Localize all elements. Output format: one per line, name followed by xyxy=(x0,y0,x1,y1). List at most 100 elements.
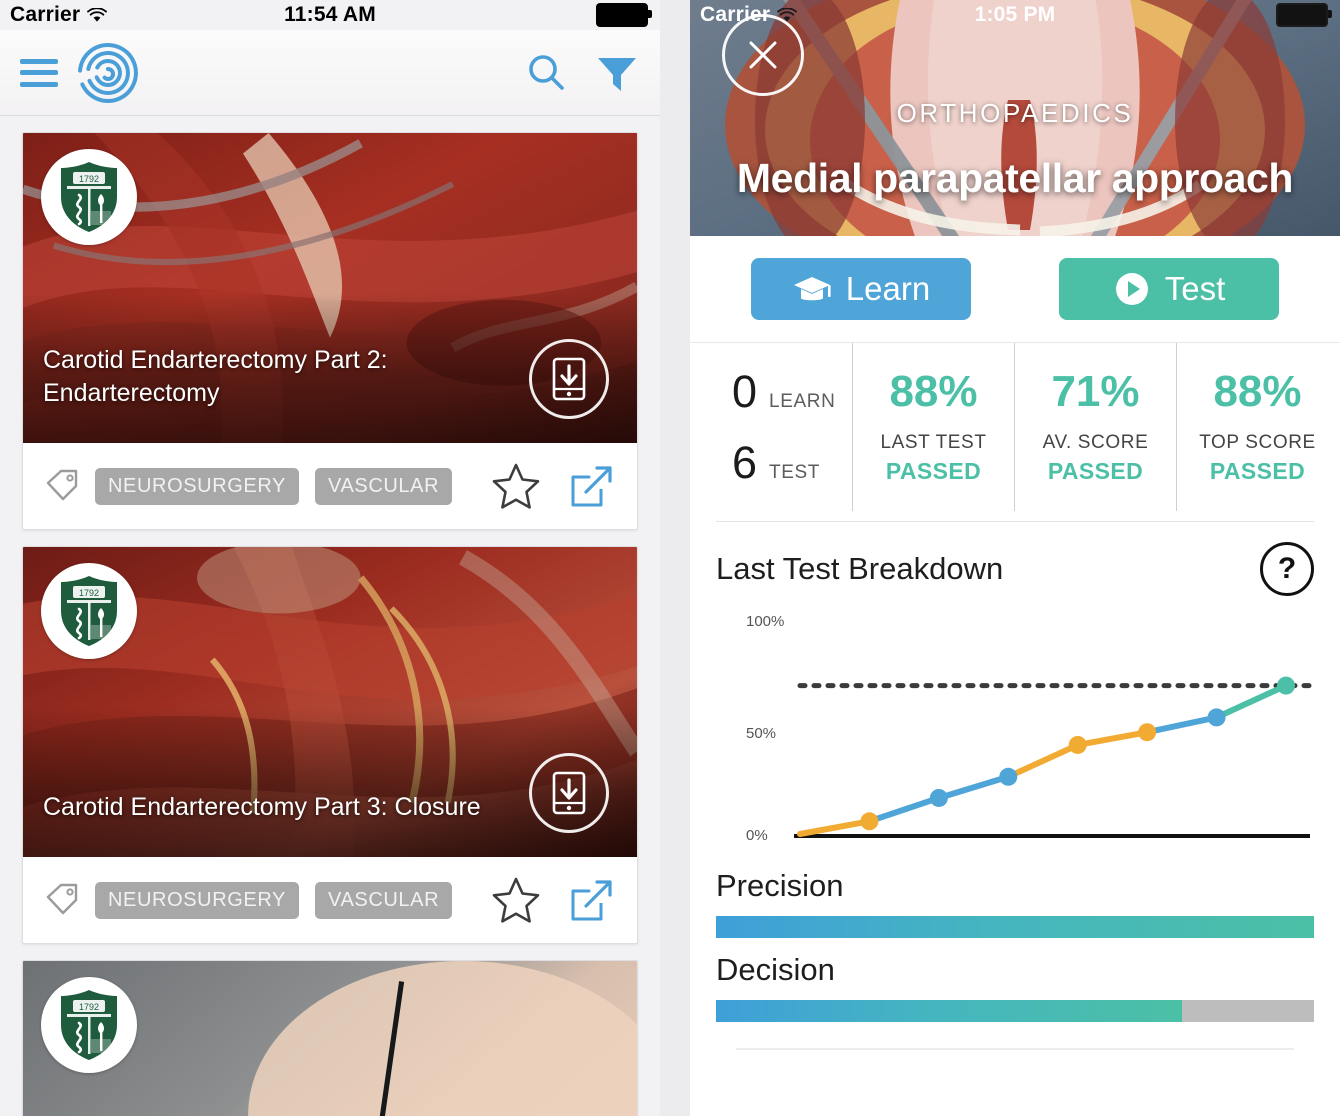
card-footer: NEUROSURGERY VASCULAR xyxy=(23,443,637,529)
last-test-breakdown-section: Last Test Breakdown ? 100% 50% 0% xyxy=(690,522,1340,854)
card-thumbnail[interactable]: 1792 Carotid Endarterectomy Part 3: Clos… xyxy=(23,547,637,857)
shield-crest-icon: 1792 xyxy=(61,162,117,232)
procedure-hero-banner: Carrier 1:05 PM ORTHOPAEDICS Medial para… xyxy=(690,0,1340,236)
status-badge: PASSED xyxy=(1209,457,1306,484)
battery-icon xyxy=(1276,3,1332,27)
test-button-label: Test xyxy=(1164,270,1226,307)
progress-stats-row: 0 LEARN 6 TEST 88% LAST TEST PASSED 71% … xyxy=(690,343,1340,511)
svg-text:1792: 1792 xyxy=(79,588,99,598)
chart-data-point xyxy=(1277,676,1295,695)
metric-decision: Decision xyxy=(690,952,1340,1050)
card-thumbnail[interactable]: 1792 xyxy=(23,961,637,1116)
status-badge: PASSED xyxy=(1047,457,1144,484)
stat-caption: AV. SCORE xyxy=(1042,431,1149,453)
progress-bar-fill xyxy=(716,1000,1183,1022)
help-label: ? xyxy=(1277,552,1297,585)
tag-chip[interactable]: VASCULAR xyxy=(314,467,453,505)
metric-label: Decision xyxy=(716,952,835,987)
status-time: 1:05 PM xyxy=(974,3,1056,26)
svg-text:1792: 1792 xyxy=(79,174,99,184)
status-battery-group xyxy=(1276,3,1332,27)
progress-bar-track xyxy=(716,916,1314,938)
y-tick-0: 0% xyxy=(746,827,768,844)
stat-top-score: 88% TOP SCORE PASSED xyxy=(1176,343,1338,511)
learn-test-action-bar: Learn Test xyxy=(690,236,1340,343)
graduation-cap-icon xyxy=(792,273,832,305)
procedure-title: Medial parapatellar approach xyxy=(736,155,1294,201)
test-button[interactable]: Test xyxy=(1059,258,1279,320)
download-device-glyph xyxy=(552,771,586,815)
phone-right: Carrier 1:05 PM ORTHOPAEDICS Medial para… xyxy=(690,0,1340,1116)
share-external-icon[interactable] xyxy=(569,877,615,923)
test-count: 6 TEST xyxy=(732,440,852,485)
test-count-value: 6 xyxy=(732,437,758,488)
star-outline-icon[interactable] xyxy=(491,876,541,924)
stat-percent: 88% xyxy=(1213,367,1302,417)
learn-button-label: Learn xyxy=(845,270,931,307)
stat-percent: 71% xyxy=(1051,367,1140,417)
status-bar-left: Carrier 11:54 AM xyxy=(0,0,660,30)
cumulative-score-line-chart: 100% 50% 0% xyxy=(746,613,1313,844)
chart-data-point xyxy=(1207,708,1226,727)
list-item[interactable]: 1792 xyxy=(22,960,638,1116)
search-icon[interactable] xyxy=(524,51,568,95)
share-external-icon[interactable] xyxy=(569,463,615,509)
help-question-icon[interactable]: ? xyxy=(1260,542,1314,596)
progress-bar-fill xyxy=(716,916,1314,938)
learn-button[interactable]: Learn xyxy=(751,258,971,320)
tag-icon xyxy=(46,469,78,501)
stat-last-test: 88% LAST TEST PASSED xyxy=(852,343,1014,511)
list-item[interactable]: 1792 Carotid Endarterectomy Part 3: Clos… xyxy=(22,546,638,944)
card-thumbnail[interactable]: 1792 Carotid Endarterectomy Part 2: Enda… xyxy=(23,133,637,443)
tag-icon xyxy=(46,883,78,915)
tag-chip[interactable]: NEUROSURGERY xyxy=(95,467,299,505)
metric-precision: Precision xyxy=(690,868,1340,938)
breakdown-chart: 100% 50% 0% xyxy=(716,604,1314,854)
battery-icon xyxy=(596,3,652,27)
chart-segment xyxy=(1005,741,1081,780)
learn-count: 0 LEARN xyxy=(732,369,852,414)
chart-segment xyxy=(866,794,942,825)
play-circle-icon xyxy=(1113,270,1151,308)
section-title: Last Test Breakdown xyxy=(716,551,1004,586)
y-tick-100: 100% xyxy=(746,613,784,630)
chart-data-point xyxy=(1138,723,1157,742)
tag-chip[interactable]: NEUROSURGERY xyxy=(95,881,299,919)
status-time: 11:54 AM xyxy=(284,3,376,26)
download-device-glyph xyxy=(552,357,586,401)
session-counts: 0 LEARN 6 TEST xyxy=(692,343,852,511)
institution-crest-badge: 1792 xyxy=(41,149,137,245)
download-to-device-icon[interactable] xyxy=(529,753,609,833)
chart-data-point xyxy=(999,767,1018,786)
svg-text:1792: 1792 xyxy=(79,1002,99,1012)
stat-caption: TOP SCORE xyxy=(1199,431,1316,453)
institution-crest-badge: 1792 xyxy=(41,977,137,1073)
dual-phone-screenshot: Carrier 11:54 AM 1792 Carotid Endarterec… xyxy=(0,0,1340,1116)
card-footer: NEUROSURGERY VASCULAR xyxy=(23,857,637,943)
status-bar-right: Carrier 1:05 PM xyxy=(690,0,1340,30)
chart-segment xyxy=(1144,714,1220,736)
download-to-device-icon[interactable] xyxy=(529,339,609,419)
tag-chip[interactable]: VASCULAR xyxy=(314,881,453,919)
shield-crest-icon: 1792 xyxy=(61,576,117,646)
filter-icon[interactable] xyxy=(594,51,640,95)
status-badge: PASSED xyxy=(885,457,982,484)
chart-segment xyxy=(935,773,1012,801)
hamburger-menu-icon[interactable] xyxy=(20,58,58,87)
y-tick-50: 50% xyxy=(746,725,776,742)
card-title: Carotid Endarterectomy Part 2: Endartere… xyxy=(43,345,388,408)
breakdown-header: Last Test Breakdown ? xyxy=(716,542,1314,596)
fingerprint-logo-icon[interactable] xyxy=(76,41,140,105)
chart-series xyxy=(797,676,1295,837)
learn-count-label: LEARN xyxy=(769,391,836,412)
chart-data-point xyxy=(1068,735,1087,754)
list-item[interactable]: 1792 Carotid Endarterectomy Part 2: Enda… xyxy=(22,132,638,530)
chart-segment xyxy=(1074,729,1151,748)
shield-crest-icon: 1792 xyxy=(61,990,117,1060)
star-outline-icon[interactable] xyxy=(491,462,541,510)
chart-segment xyxy=(797,818,873,837)
test-count-label: TEST xyxy=(769,462,820,483)
video-card-list[interactable]: 1792 Carotid Endarterectomy Part 2: Enda… xyxy=(0,116,660,1116)
specialty-label: ORTHOPAEDICS xyxy=(896,98,1134,128)
phone-left: Carrier 11:54 AM 1792 Carotid Endarterec… xyxy=(0,0,660,1116)
